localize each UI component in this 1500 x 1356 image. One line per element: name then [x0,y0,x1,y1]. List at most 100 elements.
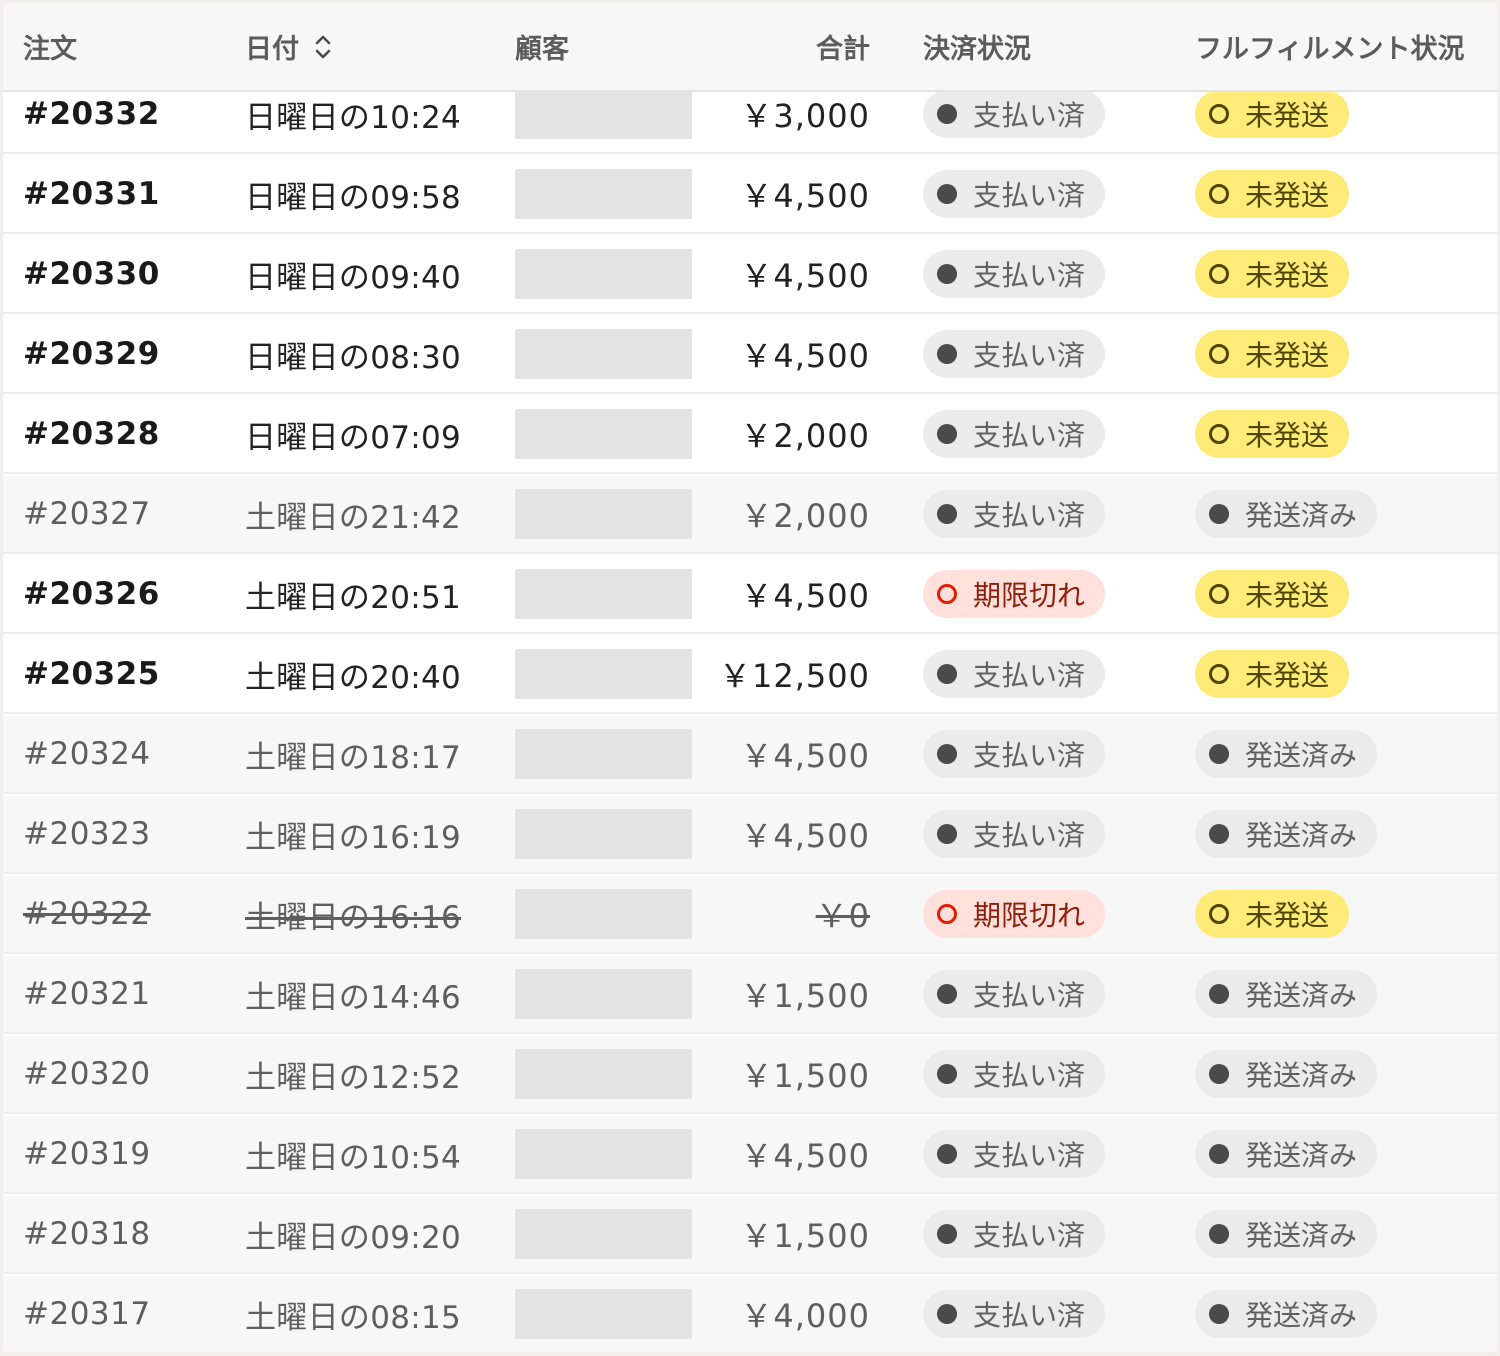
customer-redacted [515,1129,692,1179]
customer-redacted [515,569,692,619]
fulfillment-status-badge: 未発送 [1195,90,1350,138]
customer-redacted [515,89,692,139]
order-number-cell[interactable]: #20322 [23,876,151,952]
customer-cell[interactable] [515,396,692,472]
column-header-date[interactable]: 日付 [245,3,333,90]
customer-cell[interactable] [515,956,692,1032]
fulfillment-status-cell: 未発送 [1195,156,1350,232]
payment-status-cell: 支払い済 [923,1196,1106,1272]
table-row[interactable]: #20328 日曜日の07:09 ￥2,000 支払い済 未発送 [3,396,1497,474]
order-number-cell[interactable]: #20318 [23,1196,151,1272]
status-dot-icon [1209,664,1229,684]
fulfillment-status-badge: 発送済み [1195,810,1378,858]
column-header-order[interactable]: 注文 [23,3,77,90]
table-row[interactable]: #20331 日曜日の09:58 ￥4,500 支払い済 未発送 [3,156,1497,234]
customer-cell[interactable] [515,316,692,392]
customer-redacted [515,249,692,299]
order-number-cell[interactable]: #20321 [23,956,151,1032]
status-dot-icon [937,824,957,844]
customer-redacted [515,889,692,939]
table-row[interactable]: #20329 日曜日の08:30 ￥4,500 支払い済 未発送 [3,316,1497,394]
status-dot-icon [1209,424,1229,444]
payment-status-badge: 支払い済 [923,730,1106,778]
table-row[interactable]: #20317 土曜日の08:15 ￥4,000 支払い済 発送済み [3,1276,1497,1353]
order-number-cell[interactable]: #20324 [23,716,151,792]
column-header-total[interactable]: 合計 [703,3,870,90]
payment-status-badge: 支払い済 [923,970,1106,1018]
table-row[interactable]: #20326 土曜日の20:51 ￥4,500 期限切れ 未発送 [3,556,1497,634]
table-row[interactable]: #20325 土曜日の20:40 ￥12,500 支払い済 未発送 [3,636,1497,714]
order-date: 土曜日の12:52 [245,1059,462,1096]
customer-cell[interactable] [515,1036,692,1112]
customer-cell[interactable] [515,236,692,312]
payment-status-cell: 期限切れ [923,556,1106,632]
order-number-cell[interactable]: #20331 [23,156,160,232]
status-dot-icon [1209,104,1229,124]
status-dot-icon [1209,1224,1229,1244]
payment-status-cell: 支払い済 [923,316,1106,392]
table-row[interactable]: #20320 土曜日の12:52 ￥1,500 支払い済 発送済み [3,1036,1497,1114]
fulfillment-status-label: 未発送 [1245,579,1330,612]
order-number-cell[interactable]: #20329 [23,316,160,392]
order-total: ￥4,500 [740,1137,870,1175]
column-header-payment-status[interactable]: 決済状況 [923,3,1031,90]
fulfillment-status-cell: 発送済み [1195,716,1378,792]
fulfillment-status-label: 未発送 [1245,179,1330,212]
customer-cell[interactable] [515,636,692,712]
order-number-cell[interactable]: #20328 [23,396,160,472]
fulfillment-status-badge: 発送済み [1195,1130,1378,1178]
customer-cell[interactable] [515,156,692,232]
order-number-cell[interactable]: #20320 [23,1036,151,1112]
order-date: 土曜日の14:46 [245,979,462,1016]
table-row[interactable]: #20321 土曜日の14:46 ￥1,500 支払い済 発送済み [3,956,1497,1034]
payment-status-label: 支払い済 [973,419,1086,452]
customer-cell[interactable] [515,796,692,872]
table-row[interactable]: #20319 土曜日の10:54 ￥4,500 支払い済 発送済み [3,1116,1497,1194]
order-number-cell[interactable]: #20325 [23,636,160,712]
order-total-cell: ￥4,500 [703,556,870,632]
order-date-cell: 土曜日の20:51 [245,556,461,632]
customer-cell[interactable] [515,556,692,632]
customer-cell[interactable] [515,476,692,552]
payment-status-cell: 支払い済 [923,956,1106,1032]
order-number: #20323 [23,816,151,852]
order-number-cell[interactable]: #20323 [23,796,151,872]
order-number-cell[interactable]: #20327 [23,476,151,552]
payment-status-cell: 支払い済 [923,636,1106,712]
chevron-up-down-icon[interactable] [313,32,333,62]
order-total-cell: ￥1,500 [703,1036,870,1112]
customer-cell[interactable] [515,716,692,792]
order-number-cell[interactable]: #20317 [23,1276,151,1352]
table-row[interactable]: #20318 土曜日の09:20 ￥1,500 支払い済 発送済み [3,1196,1497,1274]
order-number-cell[interactable]: #20319 [23,1116,151,1192]
customer-redacted [515,409,692,459]
order-number-cell[interactable]: #20330 [23,236,160,312]
fulfillment-status-cell: 発送済み [1195,956,1378,1032]
order-number: #20332 [23,96,160,132]
fulfillment-status-label: 未発送 [1245,99,1330,132]
table-row[interactable]: #20327 土曜日の21:42 ￥2,000 支払い済 発送済み [3,476,1497,554]
column-header-customer[interactable]: 顧客 [515,3,569,90]
fulfillment-status-label: 発送済み [1245,1299,1358,1332]
table-row[interactable]: #20322 土曜日の16:16 ￥0 期限切れ 未発送 [3,876,1497,954]
fulfillment-status-label: 発送済み [1245,739,1358,772]
customer-cell[interactable] [515,1276,692,1352]
status-dot-icon [1209,504,1229,524]
order-number-cell[interactable]: #20326 [23,556,160,632]
table-row[interactable]: #20323 土曜日の16:19 ￥4,500 支払い済 発送済み [3,796,1497,874]
customer-cell[interactable] [515,1196,692,1272]
order-total: ￥2,000 [740,417,870,455]
fulfillment-status-label: 発送済み [1245,1139,1358,1172]
payment-status-label: 支払い済 [973,1139,1086,1172]
column-header-fulfillment-status[interactable]: フルフィルメント状況 [1195,3,1464,90]
payment-status-cell: 支払い済 [923,476,1106,552]
fulfillment-status-badge: 未発送 [1195,330,1350,378]
customer-redacted [515,1209,692,1259]
customer-cell[interactable] [515,1116,692,1192]
table-row[interactable]: #20330 日曜日の09:40 ￥4,500 支払い済 未発送 [3,236,1497,314]
table-row[interactable]: #20324 土曜日の18:17 ￥4,500 支払い済 発送済み [3,716,1497,794]
customer-cell[interactable] [515,876,692,952]
fulfillment-status-cell: 未発送 [1195,236,1350,312]
order-number: #20324 [23,736,151,772]
payment-status-badge: 支払い済 [923,1290,1106,1338]
